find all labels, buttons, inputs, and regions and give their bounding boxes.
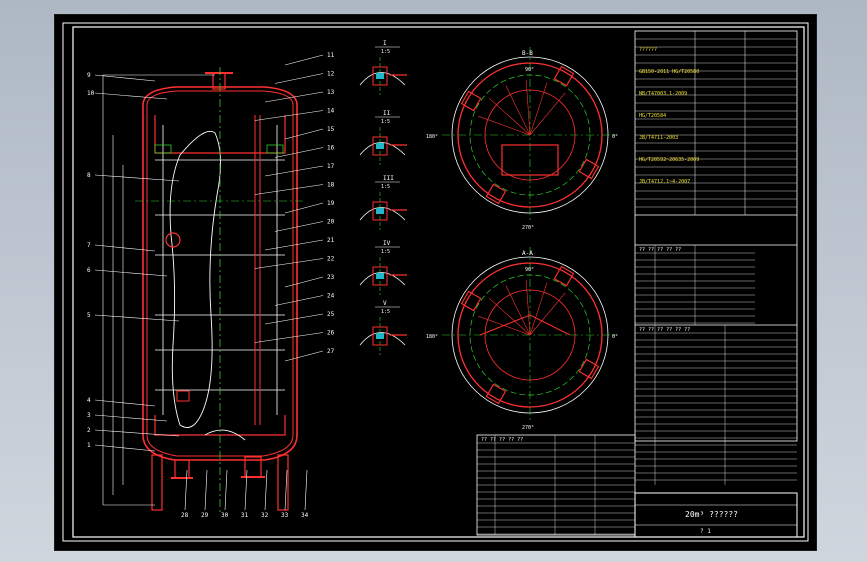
title-block-tables [476, 30, 798, 538]
callout-30: 30 [221, 512, 229, 519]
callout-26: 26 [327, 330, 335, 337]
callout-32: 32 [261, 512, 269, 519]
detail-view-2 [359, 127, 407, 165]
callout-5: 5 [87, 312, 91, 319]
callout-33: 33 [281, 512, 289, 519]
callout-34: 34 [301, 512, 309, 519]
callout-20: 20 [327, 219, 335, 226]
angle-0: 0° [612, 334, 618, 340]
callout-1: 1 [87, 442, 91, 449]
spec-line-4: HG/T20584 [639, 113, 666, 119]
callout-16: 16 [327, 145, 335, 152]
callout-3: 3 [87, 412, 91, 419]
callout-27: 27 [327, 348, 335, 355]
callout-25: 25 [327, 311, 335, 318]
callout-18: 18 [327, 182, 335, 189]
section-label-1: B-B [522, 50, 533, 57]
spec-line-6: HG/T20592~20635-2009 [639, 157, 699, 163]
callout-7: 7 [87, 242, 91, 249]
callout-2: 2 [87, 427, 91, 434]
detail-view-5 [359, 317, 407, 355]
section-view-1: B-B 90° 180° 0° 270° [426, 47, 618, 231]
callout-13: 13 [327, 89, 335, 96]
callout-12: 12 [327, 71, 335, 78]
detail-label-2: II [383, 110, 391, 117]
spec-line-5: JB/T4711-2003 [639, 135, 678, 141]
nozzle-table-header: ?? ?? ?? ?? ?? [639, 247, 681, 253]
detail-label-4: IV [383, 240, 391, 247]
drawing-title: 20m³ ?????? [685, 510, 738, 519]
detail-label-3: III [383, 175, 394, 182]
angle-180: 180° [426, 334, 438, 340]
parts-table-header: ?? ?? ?? ?? ?? ?? [639, 327, 690, 333]
angle-270: 270° [522, 225, 534, 231]
detail-views: I 1:5 II 1:5 III 1:5 IV 1:5 V 1:5 [359, 40, 407, 355]
callout-22: 22 [327, 256, 335, 263]
detail-scale-3: 1:5 [381, 184, 390, 190]
spec-line-3: NB/T47003.1-2009 [639, 91, 687, 97]
bottom-table-header: ?? ?? ?? ?? ?? [481, 437, 523, 443]
callout-23: 23 [327, 274, 335, 281]
section-label-2: A-A [522, 250, 533, 257]
angle-180: 180° [426, 134, 438, 140]
angle-90: 90° [525, 67, 534, 73]
angle-270: 270° [522, 425, 534, 431]
detail-view-3 [359, 192, 407, 230]
detail-view-4 [359, 257, 407, 295]
detail-label-5: V [383, 300, 387, 307]
spec-line-2: GB150-2011 HG/T20580 [639, 69, 699, 75]
callout-17: 17 [327, 163, 335, 170]
cad-viewport[interactable]: 9 10 8 7 6 5 4 3 2 1 11 12 13 14 15 16 17 18 19 20 21 22 23 24 2… [0, 0, 867, 562]
callout-14: 14 [327, 108, 335, 115]
drawing-canvas: 9108765432111121314151617181920212223242… [62, 22, 809, 542]
angle-0: 0° [612, 134, 618, 140]
callout-9: 9 [87, 72, 91, 79]
callout-28: 28 [181, 512, 189, 519]
callout-21: 21 [327, 237, 335, 244]
detail-scale-2: 1:5 [381, 119, 390, 125]
sheet-number: ? 1 [700, 528, 711, 535]
angle-90: 90° [525, 267, 534, 273]
callout-8: 8 [87, 172, 91, 179]
spec-line-7: JB/T4712.1~4-2007 [639, 179, 690, 185]
detail-view-1 [359, 57, 407, 95]
detail-scale-1: 1:5 [381, 49, 390, 55]
callout-11: 11 [327, 52, 335, 59]
callout-4: 4 [87, 397, 91, 404]
callout-29: 29 [201, 512, 209, 519]
section-view-2: A-A 90° 180° 0° 270° [426, 247, 618, 431]
detail-scale-5: 1:5 [381, 309, 390, 315]
section-views: B-B 90° 180° 0° 270° A-A 90° 180° 0° 270° [426, 47, 618, 431]
detail-scale-4: 1:5 [381, 249, 390, 255]
callout-31: 31 [241, 512, 249, 519]
vessel-elevation [102, 67, 305, 513]
callout-10: 10 [87, 90, 95, 97]
detail-label-1: I [383, 40, 387, 47]
drawing-sheet: 9 10 8 7 6 5 4 3 2 1 11 12 13 14 15 16 17 18 19 20 21 22 23 24 2… [54, 14, 817, 551]
callout-15: 15 [327, 126, 335, 133]
callout-24: 24 [327, 293, 335, 300]
callout-6: 6 [87, 267, 91, 274]
spec-line-1: ?????? [639, 47, 657, 53]
callout-19: 19 [327, 200, 335, 207]
